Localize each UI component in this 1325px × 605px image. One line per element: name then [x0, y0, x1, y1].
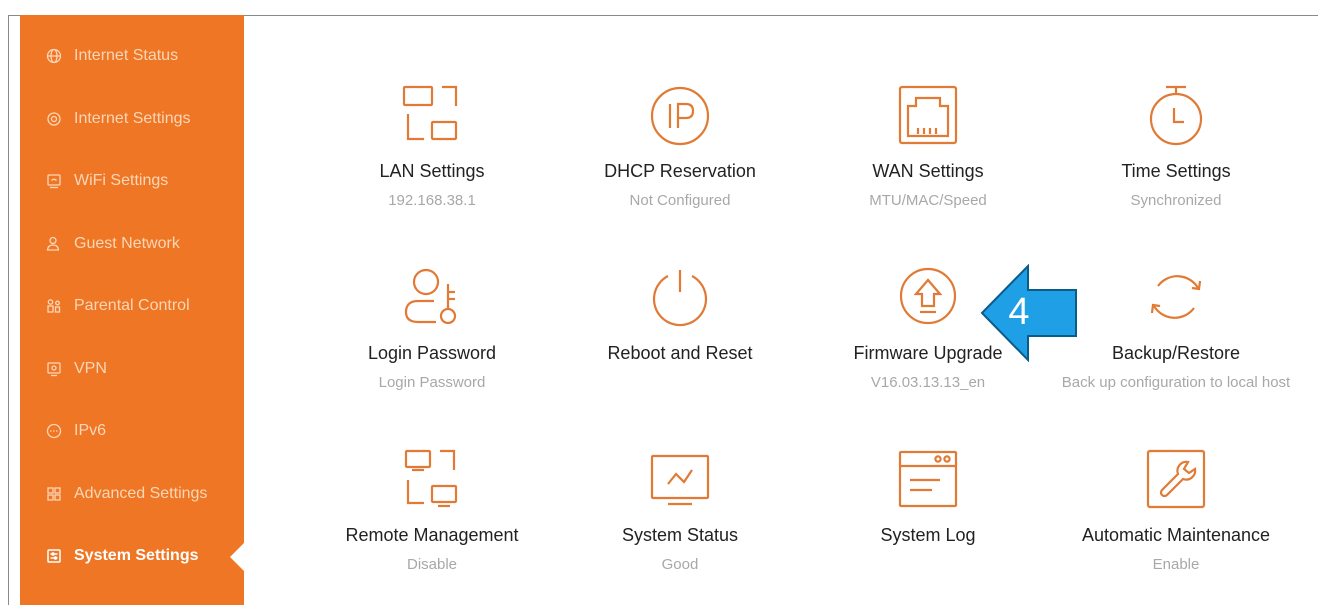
tile-title: Reboot and Reset: [607, 343, 753, 363]
tile-login-password[interactable]: Login Password Login Password: [307, 266, 557, 396]
sidebar-item-label: Guest Network: [74, 235, 180, 252]
tile-backup-restore[interactable]: Backup/Restore Back up configuration to …: [1051, 266, 1301, 396]
tile-wan-settings[interactable]: WAN Settings MTU/MAC/Speed: [803, 84, 1053, 214]
vpn-icon: [46, 361, 62, 377]
ipv6-icon: [46, 423, 62, 439]
tile-subtitle: 192.168.38.1: [388, 192, 476, 209]
refresh-icon: [1150, 275, 1202, 319]
sidebar-item-guest-network[interactable]: Guest Network: [20, 213, 244, 275]
sidebar-item-label: WiFi Settings: [74, 172, 169, 189]
user-key-icon: [404, 268, 457, 325]
tile-time-settings[interactable]: Time Settings Synchronized: [1051, 84, 1301, 214]
sidebar-item-label: VPN: [74, 360, 107, 377]
power-icon: [652, 270, 708, 327]
upload-arrow-icon: [899, 267, 957, 325]
lan-icon: [402, 85, 458, 141]
tile-title: Backup/Restore: [1111, 343, 1241, 363]
sidebar-item-vpn[interactable]: VPN: [20, 338, 244, 400]
sidebar-item-internet-status[interactable]: Internet Status: [20, 25, 244, 87]
parental-control-icon: [46, 298, 62, 314]
sidebar: Internet Status Internet Settings WiFi S…: [20, 15, 244, 605]
tile-automatic-maintenance[interactable]: Automatic Maintenance Enable: [1051, 448, 1301, 578]
guest-network-icon: [46, 236, 62, 252]
stopwatch-icon: [1149, 85, 1203, 146]
sidebar-item-label: System Settings: [74, 547, 199, 564]
tile-title: Login Password: [367, 343, 497, 363]
tile-remote-management[interactable]: Remote Management Disable: [307, 448, 557, 578]
tile-subtitle: Disable: [406, 556, 458, 573]
tile-subtitle: Back up configuration to local host: [1061, 374, 1291, 391]
sidebar-item-label: Internet Status: [74, 47, 179, 64]
advanced-settings-icon: [46, 486, 62, 502]
tile-system-log[interactable]: System Log: [803, 448, 1053, 551]
sidebar-item-parental-control[interactable]: Parental Control: [20, 275, 244, 337]
sidebar-item-system-settings[interactable]: System Settings: [20, 525, 244, 587]
ip-icon: [650, 86, 710, 146]
tile-subtitle: Enable: [1152, 556, 1200, 573]
sidebar-item-ipv6[interactable]: IPv6: [20, 400, 244, 462]
sidebar-item-internet-settings[interactable]: Internet Settings: [20, 88, 244, 150]
window-frame-left: [8, 15, 9, 605]
sidebar-item-label: Parental Control: [74, 297, 190, 314]
monitor-chart-icon: [650, 454, 710, 506]
tile-system-status[interactable]: System Status Good: [555, 448, 805, 578]
tile-subtitle: MTU/MAC/Speed: [869, 192, 987, 209]
globe-icon: [46, 48, 62, 64]
tile-subtitle: Login Password: [378, 374, 486, 391]
tile-title: LAN Settings: [379, 161, 485, 181]
ethernet-port-icon: [898, 85, 958, 145]
tile-title: Automatic Maintenance: [1081, 525, 1271, 545]
tile-subtitle: Not Configured: [629, 192, 731, 209]
tile-subtitle: V16.03.13.13_en: [870, 374, 986, 391]
tile-subtitle: Good: [661, 556, 699, 573]
wrench-icon: [1146, 449, 1206, 509]
system-settings-icon: [46, 548, 62, 564]
sidebar-item-label: Advanced Settings: [74, 485, 208, 502]
tile-reboot-and-reset[interactable]: Reboot and Reset: [555, 266, 805, 369]
tile-subtitle: Synchronized: [1130, 192, 1222, 209]
tile-title: DHCP Reservation: [604, 161, 756, 181]
wifi-settings-icon: [46, 173, 62, 189]
remote-management-icon: [404, 449, 458, 508]
tile-title: Remote Management: [345, 525, 519, 545]
sidebar-item-wifi-settings[interactable]: WiFi Settings: [20, 150, 244, 212]
log-window-icon: [898, 450, 958, 508]
sidebar-item-advanced-settings[interactable]: Advanced Settings: [20, 463, 244, 525]
tile-title: WAN Settings: [872, 161, 984, 181]
tile-title: System Status: [621, 525, 739, 545]
active-item-pointer: [230, 543, 244, 571]
tile-title: Time Settings: [1121, 161, 1231, 181]
callout-number: 4: [1008, 291, 1030, 333]
internet-settings-icon: [46, 111, 62, 127]
tile-dhcp-reservation[interactable]: DHCP Reservation Not Configured: [555, 84, 805, 214]
tile-title: System Log: [880, 525, 976, 545]
sidebar-item-label: Internet Settings: [74, 110, 191, 127]
tile-lan-settings[interactable]: LAN Settings 192.168.38.1: [307, 84, 557, 214]
sidebar-item-label: IPv6: [74, 422, 107, 439]
